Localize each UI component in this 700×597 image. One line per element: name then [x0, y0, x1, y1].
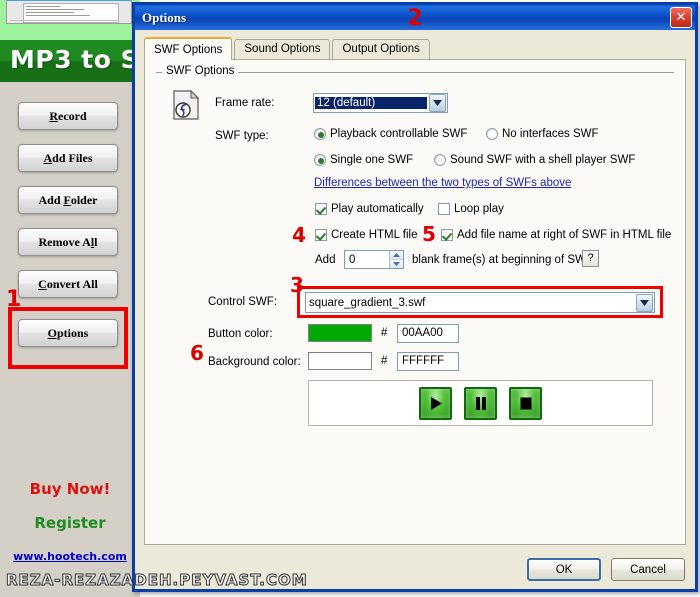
stepper-up-icon[interactable] — [389, 251, 403, 260]
annotation-number-6: 6 — [190, 341, 204, 365]
checkbox-label: Loop play — [454, 203, 504, 215]
radio-no-interfaces-swf[interactable]: No interfaces SWF — [486, 128, 599, 140]
options-dialog: Options 2 ✕ SWF Options Sound Options Ou… — [132, 2, 698, 592]
dialog-buttons: OK Cancel — [517, 558, 685, 581]
swf-preview-panel — [308, 380, 653, 426]
website-link[interactable]: www.hootech.com — [0, 550, 140, 563]
add-files-button[interactable]: Add Files — [18, 144, 118, 172]
create-html-file-checkbox[interactable]: Create HTML file — [315, 229, 418, 241]
pause-icon[interactable] — [464, 386, 497, 420]
buy-now-link[interactable]: Buy Now! — [0, 480, 140, 498]
groupbox-title: SWF Options — [162, 65, 239, 77]
ok-button[interactable]: OK — [527, 558, 601, 581]
control-swf-label: Control SWF: — [208, 296, 278, 308]
blank-frames-suffix-label: blank frame(s) at beginning of SWF — [412, 254, 593, 266]
annotation-number-1: 1 — [6, 287, 22, 312]
annotation-number-5: 5 — [422, 222, 436, 246]
annotation-number-2: 2 — [407, 6, 423, 31]
blank-frames-stepper[interactable]: 0 — [344, 250, 404, 269]
dialog-titlebar[interactable]: Options 2 ✕ — [132, 2, 698, 31]
tab-sound-options[interactable]: Sound Options — [234, 39, 331, 59]
tab-output-options[interactable]: Output Options — [332, 39, 430, 59]
help-button[interactable]: ? — [582, 250, 599, 267]
radio-icon — [314, 154, 326, 166]
app-banner-title: MP3 to S — [10, 45, 140, 74]
radio-icon — [314, 128, 326, 140]
button-color-label: Button color: — [208, 328, 273, 340]
radio-playback-controllable-swf[interactable]: Playback controllable SWF — [314, 128, 467, 140]
blank-frames-prefix-label: Add — [315, 254, 336, 266]
button-color-hash: # — [381, 327, 388, 339]
thumb-titlebar — [7, 0, 131, 1]
radio-single-one-swf[interactable]: Single one SWF — [314, 154, 413, 166]
radio-icon — [486, 128, 498, 140]
background-color-swatch[interactable] — [308, 352, 372, 370]
background-color-hash: # — [381, 355, 388, 367]
checkbox-icon — [441, 229, 453, 241]
background-color-label: Background color: — [208, 356, 301, 368]
annotation-number-3: 3 — [290, 273, 304, 297]
checkbox-icon — [315, 229, 327, 241]
checkbox-label: Play automatically — [331, 203, 424, 215]
add-file-name-checkbox[interactable]: Add file name at right of SWF in HTML fi… — [441, 229, 671, 241]
background-application: MP3 to S Record Add Files Add Folder Rem… — [0, 0, 140, 597]
screen: MP3 to S Record Add Files Add Folder Rem… — [0, 0, 700, 597]
remove-all-button[interactable]: Remove All — [18, 228, 118, 256]
remove-all-button-label: Remove All — [38, 234, 98, 249]
add-files-button-label: Add Files — [43, 150, 93, 165]
differences-link[interactable]: Differences between the two types of SWF… — [314, 177, 571, 189]
radio-label: Single one SWF — [330, 154, 414, 166]
radio-sound-swf-shell-player[interactable]: Sound SWF with a shell player SWF — [434, 154, 635, 166]
record-button-label: Record — [49, 108, 87, 123]
stepper-buttons[interactable] — [389, 251, 403, 268]
button-color-hex-input[interactable]: 00AA00 — [397, 324, 459, 343]
frame-rate-label: Frame rate: — [215, 97, 275, 109]
thumb-line — [10, 20, 118, 21]
flash-document-icon — [173, 89, 200, 120]
app-screenshot-thumbnail-area — [0, 0, 140, 40]
dialog-body: SWF Options Sound Options Output Options… — [135, 30, 695, 589]
chevron-down-icon[interactable] — [429, 94, 446, 112]
checkbox-icon — [315, 203, 327, 215]
frame-rate-value: 12 (default) — [315, 97, 427, 109]
tab-swf-options[interactable]: SWF Options — [144, 37, 233, 60]
checkbox-label: Add file name at right of SWF in HTML fi… — [457, 229, 672, 241]
checkbox-icon — [438, 203, 450, 215]
app-screenshot-thumbnail — [6, 0, 132, 24]
play-icon[interactable] — [419, 386, 452, 420]
cancel-button[interactable]: Cancel — [611, 558, 685, 581]
add-folder-button-label: Add Folder — [38, 192, 98, 207]
radio-label: Playback controllable SWF — [330, 128, 468, 140]
radio-label: No interfaces SWF — [502, 128, 599, 140]
app-banner: MP3 to S — [0, 40, 140, 82]
checkbox-label: Create HTML file — [331, 229, 418, 241]
thumb-line — [26, 6, 60, 7]
radio-label: Sound SWF with a shell player SWF — [450, 154, 636, 166]
stepper-down-icon[interactable] — [389, 260, 403, 268]
play-automatically-checkbox[interactable]: Play automatically — [315, 203, 424, 215]
tab-strip: SWF Options Sound Options Output Options — [144, 37, 432, 60]
thumb-line — [26, 9, 84, 10]
register-link[interactable]: Register — [0, 514, 140, 532]
stop-icon[interactable] — [509, 386, 542, 420]
thumb-line — [26, 15, 90, 16]
annotation-box-options — [8, 307, 128, 369]
background-color-hex-input[interactable]: FFFFFF — [397, 352, 459, 371]
dialog-title: Options — [142, 9, 187, 25]
close-icon[interactable]: ✕ — [670, 7, 692, 28]
swf-type-label: SWF type: — [215, 130, 269, 142]
loop-play-checkbox[interactable]: Loop play — [438, 203, 504, 215]
convert-all-button[interactable]: Convert All — [18, 270, 118, 298]
annotation-box-control-swf — [297, 286, 663, 318]
blank-frames-value: 0 — [349, 253, 356, 266]
record-button[interactable]: Record — [18, 102, 118, 130]
add-folder-button[interactable]: Add Folder — [18, 186, 118, 214]
radio-icon — [434, 154, 446, 166]
annotation-number-4: 4 — [292, 223, 306, 247]
frame-rate-combobox[interactable]: 12 (default) — [313, 93, 448, 113]
convert-all-button-label: Convert All — [38, 276, 98, 291]
button-color-swatch[interactable] — [308, 324, 372, 342]
watermark-text: REZA-REZAZADEH.PEYVAST.COM — [6, 571, 308, 590]
thumb-line — [26, 12, 74, 13]
